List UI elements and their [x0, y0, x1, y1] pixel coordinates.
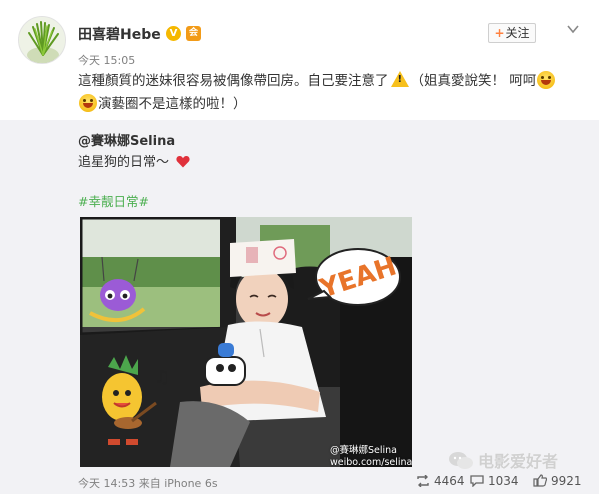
- retweet-time[interactable]: 今天 14:53: [78, 477, 135, 490]
- grin-emoji-icon: [537, 71, 556, 89]
- retweet-timestamp: 今天 14:53 来自 iPhone 6s: [78, 475, 218, 491]
- music-note-sticker: ♫: [154, 367, 170, 388]
- photo-watermark-line2: weibo.com/selinashe: [330, 457, 412, 467]
- retweet-photo[interactable]: YEAH ♫ @賽琳娜Selina weibo.com/selinashe: [80, 217, 412, 467]
- verified-badge-icon: V: [166, 26, 181, 41]
- like-count: 9921: [551, 474, 582, 488]
- retweet-count: 4464: [434, 474, 465, 488]
- hashtag-link[interactable]: #幸靓日常#: [78, 191, 149, 210]
- post-text: 這種顏質的迷妹很容易被偶像帶回房。自己要注意了! （姐真愛說笑！ 呵呵 演藝圈不是…: [78, 70, 578, 116]
- photo-watermark-line1: @賽琳娜Selina: [330, 445, 397, 456]
- avatar[interactable]: [18, 16, 66, 64]
- retweet-text: 追星狗的日常～: [78, 151, 190, 170]
- post-text-line2: 演藝圈不是這樣的啦！）: [98, 96, 247, 112]
- photo-scene: YEAH ♫: [80, 217, 412, 467]
- post-timestamp[interactable]: 今天 15:05: [78, 52, 135, 68]
- comment-count: 1034: [488, 474, 519, 488]
- post-text-line1: 這種顏質的迷妹很容易被偶像帶回房。自己要注意了: [78, 73, 389, 89]
- username[interactable]: 田喜碧Hebe: [78, 24, 161, 44]
- retweet-source: 来自 iPhone 6s: [138, 477, 218, 490]
- follow-label: 关注: [505, 26, 530, 40]
- chevron-down-icon[interactable]: [566, 22, 580, 36]
- heart-icon: [176, 155, 190, 168]
- wechat-account-watermark: 电影爱好者: [448, 448, 558, 472]
- retweeted-post: @賽琳娜Selina 追星狗的日常～ #幸靓日常# YEAH ♫ @賽琳娜Sel…: [0, 120, 599, 494]
- account-name: 电影爱好者: [478, 452, 559, 471]
- thumbs-up-icon: [533, 474, 548, 487]
- warning-emoji-icon: !: [390, 71, 409, 87]
- comment-icon: [470, 475, 484, 488]
- like-button[interactable]: 9921: [533, 474, 582, 488]
- grin-emoji-icon: [79, 94, 97, 112]
- post-header: 田喜碧Hebe V 会 +关注 今天 15:05: [0, 0, 599, 67]
- member-badge-icon[interactable]: 会: [186, 26, 201, 41]
- retweet-author[interactable]: @賽琳娜Selina: [78, 130, 175, 149]
- avatar-grass-image: [19, 17, 65, 63]
- wechat-icon: [449, 452, 473, 469]
- retweet-icon: [417, 474, 429, 488]
- plus-icon: +: [494, 26, 505, 40]
- photo-watermark: @賽琳娜Selina weibo.com/selinashe: [330, 445, 412, 467]
- post-text-line1-tail: （姐真愛說笑！ 呵呵: [410, 73, 537, 89]
- retweet-button[interactable]: 4464: [416, 474, 465, 488]
- comment-button[interactable]: 1034: [470, 474, 519, 488]
- retweet-text-content: 追星狗的日常～: [78, 155, 170, 170]
- follow-button[interactable]: +关注: [488, 23, 536, 43]
